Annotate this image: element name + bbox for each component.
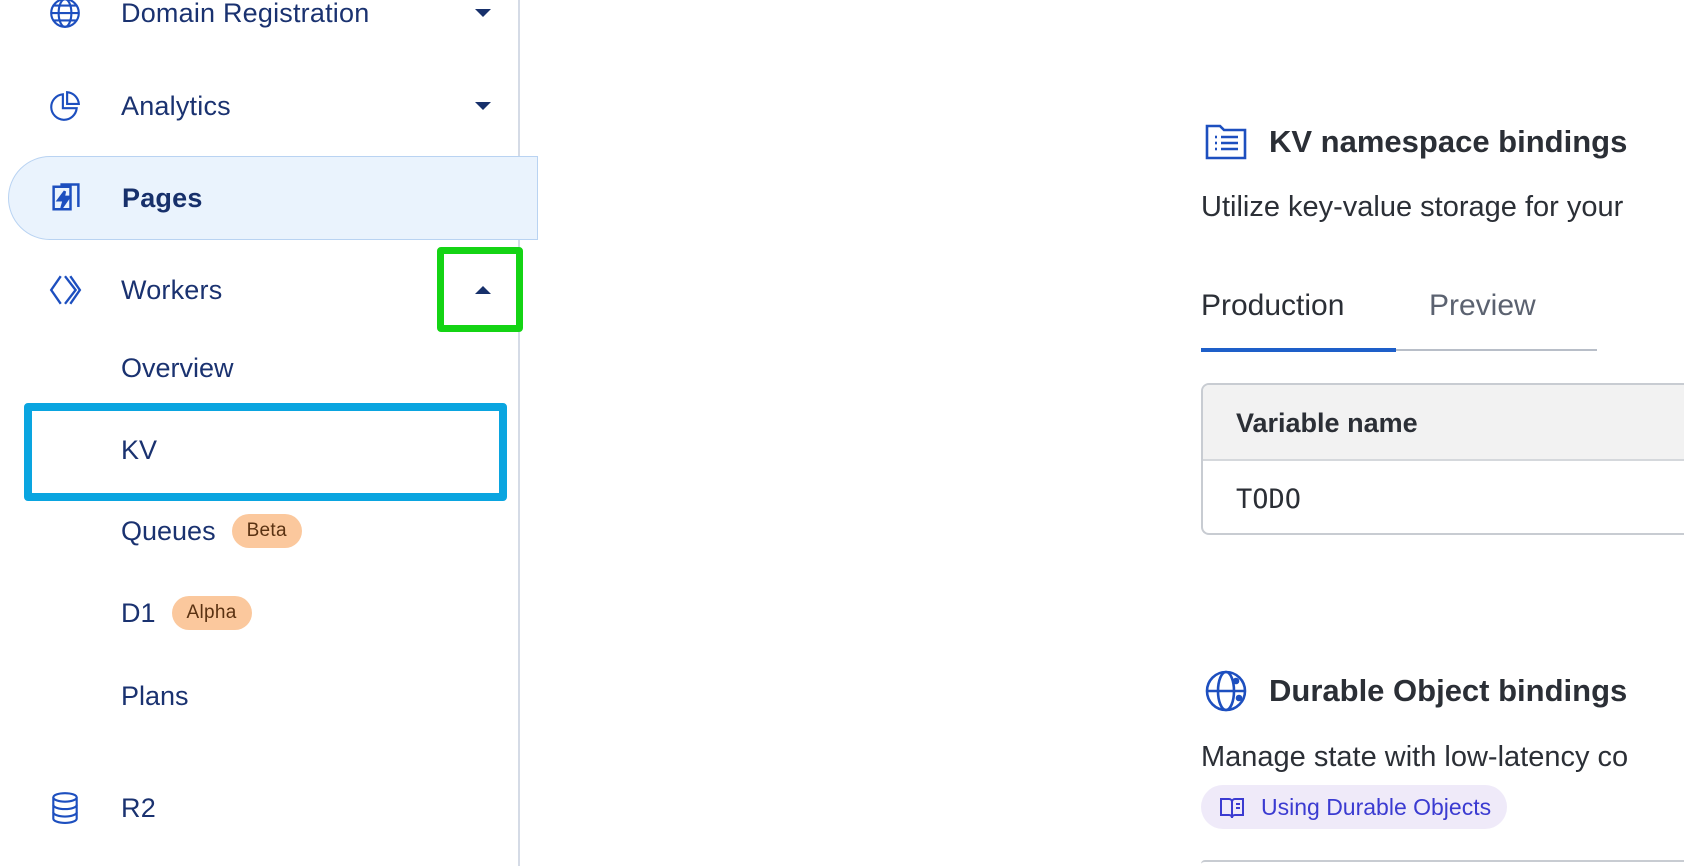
highlight-box-green [437,247,523,332]
sidebar-subitem-overview[interactable]: Overview [121,353,234,384]
durable-table-top-edge [1201,860,1684,864]
main-content: KV namespace bindings Utilize key-value … [520,0,1684,866]
chevron-down-icon[interactable] [472,2,494,24]
alpha-badge: Alpha [171,596,252,630]
column-header-variable-name: Variable name [1236,408,1418,438]
pages-bolt-icon [47,179,85,217]
list-document-icon [1203,118,1249,164]
tab-production[interactable]: Production [1201,289,1344,323]
kv-section-title: KV namespace bindings [1269,124,1628,159]
table-cell-variable-name: TODO [1236,484,1302,515]
using-durable-objects-link[interactable]: Using Durable Objects [1201,785,1508,829]
globe-icon [46,0,84,32]
workers-icon [46,271,84,309]
sidebar-item-r2[interactable]: R2 [0,766,518,850]
sidebar-item-pages[interactable]: Pages [8,156,538,240]
binding-tabs: Production Preview [1201,285,1597,352]
table-header: Variable name [1203,385,1684,461]
sidebar-item-analytics[interactable]: Analytics [0,64,518,148]
kv-section-description: Utilize key-value storage for your [1201,191,1624,223]
sidebar-item-label: R2 [121,792,156,823]
database-icon [46,789,84,827]
book-icon [1219,795,1245,821]
durable-section-title: Durable Object bindings [1269,673,1628,708]
sidebar-subitem-plans[interactable]: Plans [121,681,189,712]
sidebar-subitem-queues[interactable]: Queues Beta [121,514,302,548]
beta-badge: Beta [231,514,302,548]
sidebar-item-label: Analytics [121,90,231,121]
pie-chart-icon [46,87,84,125]
sidebar-item-label: Workers [121,274,223,305]
kv-bindings-table: Variable name TODO [1201,383,1684,535]
chevron-down-icon[interactable] [472,95,494,117]
highlight-box-blue [24,403,507,501]
durable-section-description: Manage state with low-latency co [1201,741,1629,773]
sidebar-subitem-label: D1 [121,597,156,628]
tab-preview[interactable]: Preview [1429,289,1536,323]
globe-grid-icon [1203,668,1249,714]
sidebar-subitem-d1[interactable]: D1 Alpha [121,596,252,630]
active-tab-indicator [1201,348,1396,352]
sidebar-item-domain-registration[interactable]: Domain Registration [0,0,518,55]
link-label: Using Durable Objects [1261,793,1492,820]
sidebar-item-label: Pages [122,182,203,213]
sidebar-subitem-label: Overview [121,353,234,383]
sidebar-subitem-label: Queues [121,515,216,546]
sidebar-item-label: Domain Registration [121,0,370,28]
sidebar-subitem-label: Plans [121,681,189,711]
